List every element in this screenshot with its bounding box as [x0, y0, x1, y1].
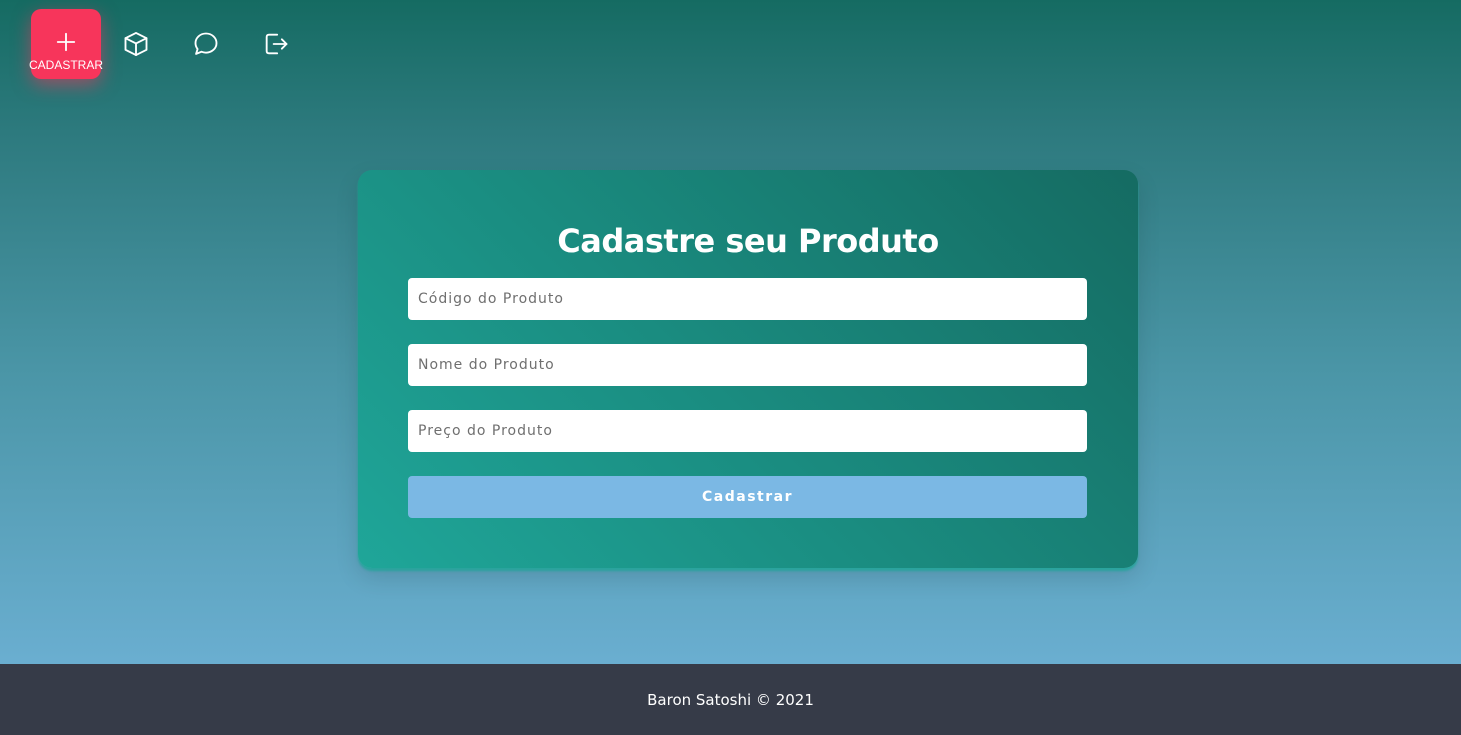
chat-icon	[194, 32, 218, 55]
nav-item-messages[interactable]	[171, 9, 241, 79]
logout-icon	[265, 33, 288, 55]
product-price-input[interactable]	[408, 410, 1087, 452]
nav-item-products[interactable]	[101, 9, 171, 79]
form-title: Cadastre seu Produto	[557, 222, 939, 260]
nav-item-cadastrar[interactable]: CADASTRAR	[29, 9, 104, 79]
nav-item-label: CADASTRAR	[29, 58, 104, 72]
plus-icon	[56, 32, 76, 52]
top-nav: CADASTRAR	[29, 9, 311, 79]
product-code-input[interactable]	[408, 278, 1087, 320]
box-icon	[124, 31, 148, 57]
product-name-input[interactable]	[408, 344, 1087, 386]
footer-text: Baron Satoshi © 2021	[647, 690, 814, 709]
submit-button[interactable]: Cadastrar	[408, 476, 1087, 518]
product-form-card: Cadastre seu Produto Cadastrar	[358, 170, 1138, 568]
footer: Baron Satoshi © 2021	[0, 664, 1461, 735]
nav-item-logout[interactable]	[241, 9, 311, 79]
